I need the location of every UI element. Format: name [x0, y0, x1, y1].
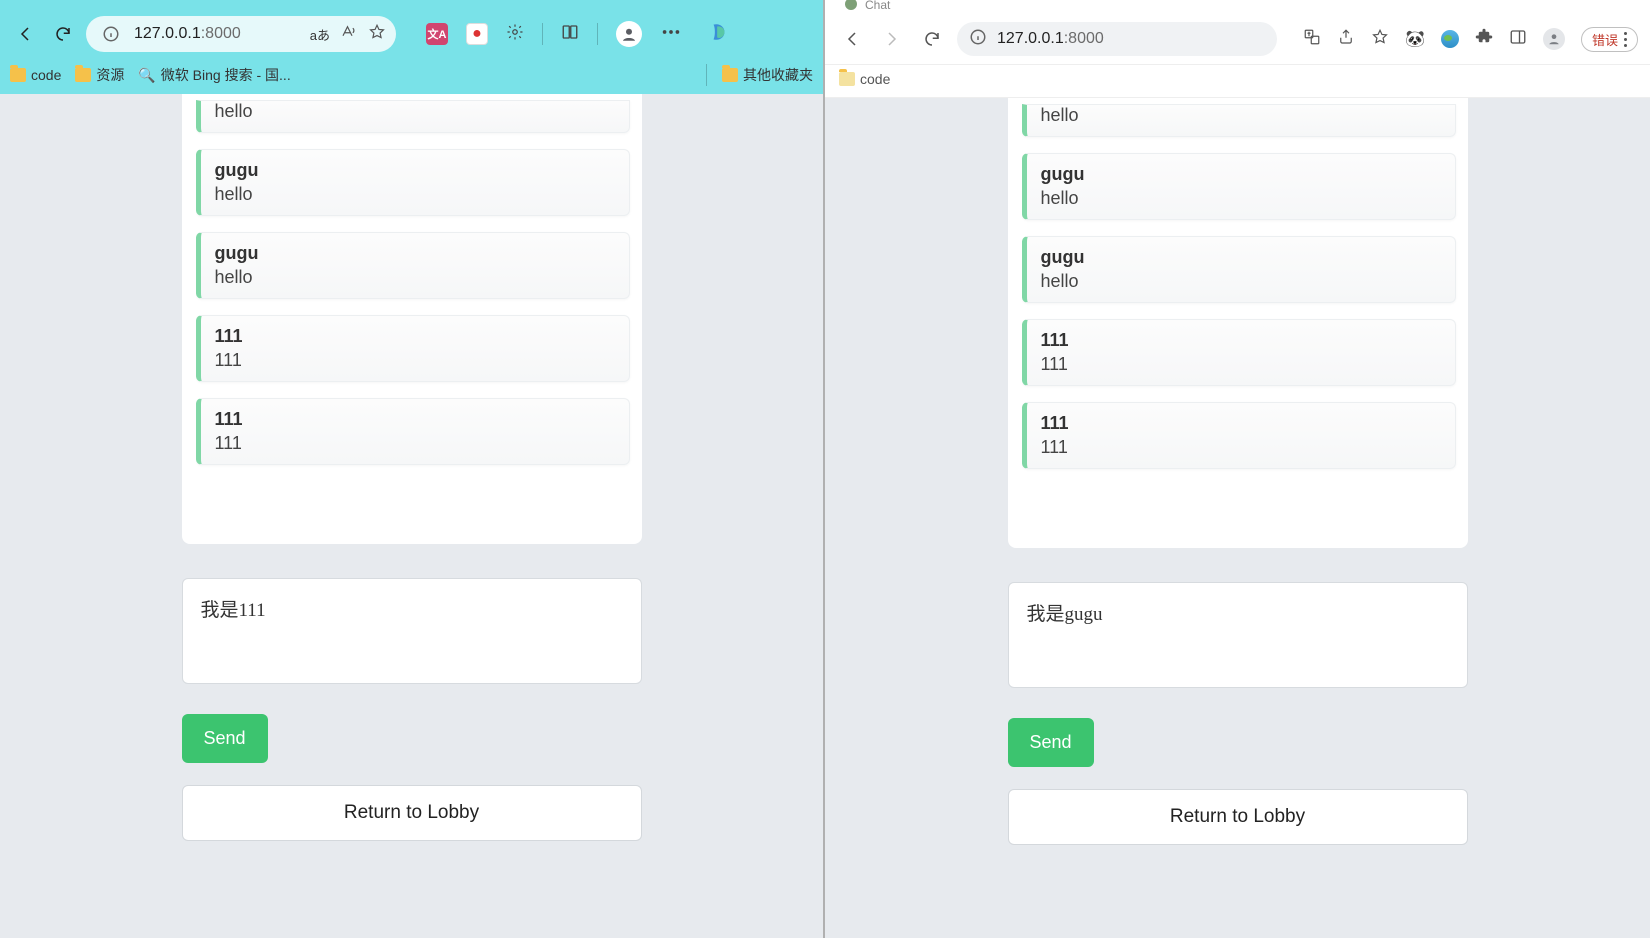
read-aloud-icon[interactable]: [340, 23, 358, 46]
favorite-star-icon[interactable]: [368, 23, 386, 46]
chat-message: hello: [196, 100, 630, 133]
site-info-icon[interactable]: [969, 28, 987, 51]
message-text: hello: [215, 267, 615, 288]
site-info-icon[interactable]: [96, 25, 126, 43]
message-input[interactable]: [201, 595, 623, 639]
send-button[interactable]: Send: [182, 714, 268, 763]
url-text: 127.0.0.1:8000: [134, 25, 241, 43]
message-username: gugu: [215, 160, 615, 181]
split-screen-icon[interactable]: [561, 23, 579, 46]
share-icon[interactable]: [1337, 28, 1355, 51]
message-text: hello: [215, 184, 615, 205]
message-text: 111: [1041, 437, 1441, 458]
chrome-bookmarks-bar: code: [825, 65, 1650, 98]
page-content: hello gugu hello gugu hello 111 111: [0, 94, 823, 938]
chat-message: 111 111: [196, 398, 630, 465]
bookmark-code[interactable]: code: [10, 67, 61, 83]
edge-bookmarks-bar: code 资源 🔍微软 Bing 搜索 - 国... 其他收藏夹: [0, 60, 823, 94]
chat-message: hello: [1022, 104, 1456, 137]
message-text: hello: [1041, 188, 1441, 209]
extension-cog-icon[interactable]: [506, 23, 524, 46]
message-text: 111: [215, 433, 615, 454]
folder-icon: [75, 68, 91, 82]
favorite-star-icon[interactable]: [1371, 28, 1389, 51]
bookmark-resources[interactable]: 资源: [75, 65, 124, 85]
edge-window: 127.0.0.1:8000 aあ 文A ●: [0, 0, 825, 938]
message-username: 111: [1041, 413, 1441, 434]
bookmark-code[interactable]: code: [839, 71, 890, 87]
message-text: hello: [1041, 105, 1441, 126]
folder-icon: [722, 68, 738, 82]
chat-message: gugu hello: [196, 232, 630, 299]
profile-avatar[interactable]: [616, 21, 642, 47]
chat-message: gugu hello: [1022, 236, 1456, 303]
page-content: hello gugu hello gugu hello 111 111: [825, 98, 1650, 938]
translate-badge[interactable]: aあ: [310, 25, 330, 44]
chat-message: gugu hello: [196, 149, 630, 216]
folder-icon: [839, 72, 855, 86]
more-menu-icon: [1624, 32, 1627, 47]
message-input[interactable]: [1027, 599, 1449, 643]
side-panel-icon[interactable]: [1509, 28, 1527, 51]
return-to-lobby-button[interactable]: Return to Lobby: [1008, 789, 1468, 845]
chat-panel: hello gugu hello gugu hello 111 111: [1008, 98, 1468, 548]
bookmark-bing[interactable]: 🔍微软 Bing 搜索 - 国...: [138, 65, 290, 85]
edge-address-bar[interactable]: 127.0.0.1:8000 aあ: [86, 16, 396, 52]
profile-avatar[interactable]: [1543, 28, 1565, 50]
chat-message: 111 111: [196, 315, 630, 382]
chat-panel: hello gugu hello gugu hello 111 111: [182, 94, 642, 544]
message-username: gugu: [1041, 247, 1441, 268]
search-icon: 🔍: [138, 67, 155, 84]
chrome-toolbar: 127.0.0.1:8000 🐼 错误: [825, 14, 1650, 65]
more-menu-icon[interactable]: [660, 21, 682, 48]
chat-message: 111 111: [1022, 402, 1456, 469]
folder-icon: [10, 68, 26, 82]
globe-extension-icon[interactable]: [1441, 30, 1459, 48]
error-label: 错误: [1592, 30, 1618, 49]
message-username: gugu: [215, 243, 615, 264]
translate-icon[interactable]: [1303, 28, 1321, 51]
chat-message: gugu hello: [1022, 153, 1456, 220]
message-text: 111: [1041, 354, 1441, 375]
separator: [706, 64, 707, 86]
copilot-icon[interactable]: [708, 21, 730, 48]
extensions-strip: 文A ●: [404, 21, 730, 48]
chrome-address-bar[interactable]: 127.0.0.1:8000: [957, 22, 1277, 56]
separator: [597, 23, 598, 45]
message-composer[interactable]: [1008, 582, 1468, 688]
panda-extension-icon[interactable]: 🐼: [1405, 29, 1425, 49]
back-button[interactable]: [10, 19, 40, 49]
refresh-button[interactable]: [48, 19, 78, 49]
message-text: hello: [215, 101, 615, 122]
refresh-button[interactable]: [917, 24, 947, 54]
message-username: gugu: [1041, 164, 1441, 185]
forward-button: [877, 24, 907, 54]
message-username: 111: [215, 409, 615, 430]
message-composer[interactable]: [182, 578, 642, 684]
back-button[interactable]: [837, 24, 867, 54]
chrome-window: Chat 127.0.0.1:8000 🐼 错误 code: [825, 0, 1650, 938]
chat-message: 111 111: [1022, 319, 1456, 386]
chat-message-list[interactable]: hello gugu hello gugu hello 111 111: [196, 100, 634, 530]
bookmark-other[interactable]: 其他收藏夹: [706, 64, 813, 86]
chrome-tab-strip: Chat: [825, 0, 1650, 14]
extension-icon-2[interactable]: ●: [466, 23, 488, 45]
extension-icon-1[interactable]: 文A: [426, 23, 448, 45]
separator: [542, 23, 543, 45]
message-text: hello: [1041, 271, 1441, 292]
url-text: 127.0.0.1:8000: [997, 30, 1104, 48]
message-username: 111: [215, 326, 615, 347]
extensions-icon[interactable]: [1475, 28, 1493, 51]
error-chip[interactable]: 错误: [1581, 27, 1638, 52]
send-button[interactable]: Send: [1008, 718, 1094, 767]
chat-message-list[interactable]: hello gugu hello gugu hello 111 111: [1022, 104, 1460, 534]
chrome-tab[interactable]: Chat: [845, 0, 900, 14]
edge-tab-strip: [0, 0, 823, 10]
edge-toolbar: 127.0.0.1:8000 aあ 文A ●: [0, 10, 823, 60]
return-to-lobby-button[interactable]: Return to Lobby: [182, 785, 642, 841]
message-username: 111: [1041, 330, 1441, 351]
message-text: 111: [215, 350, 615, 371]
